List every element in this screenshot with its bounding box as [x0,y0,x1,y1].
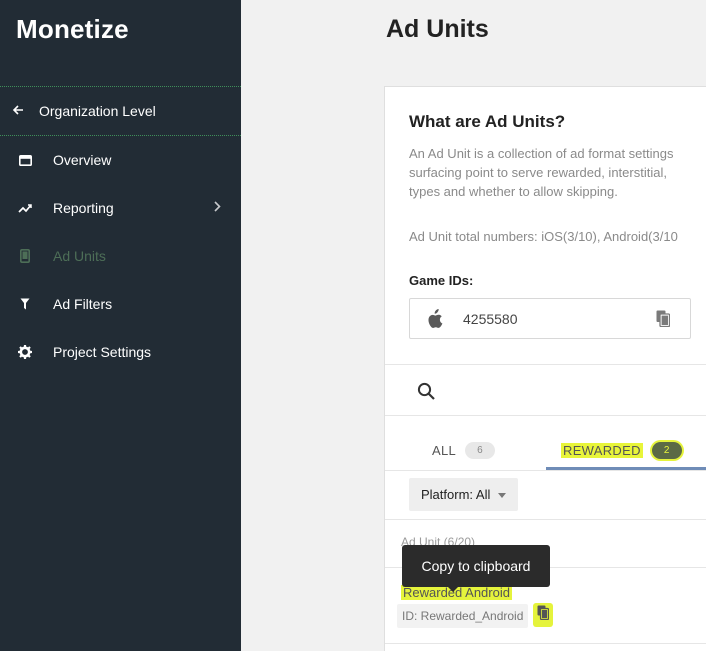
tab-count-badge: 6 [465,441,496,459]
card-heading: What are Ad Units? [409,112,566,131]
phone-icon [18,249,32,263]
sidebar-item-label: Ad Units [53,248,106,264]
ad-unit-totals: Ad Unit total numbers: iOS(3/10), Androi… [409,229,678,244]
game-id-field: 4255580 [409,298,691,339]
copy-id-button[interactable] [533,603,553,627]
sidebar-item-overview[interactable]: Overview [0,136,241,184]
tab-count-badge: 2 [651,441,682,459]
arrow-left-icon [12,103,28,120]
sidebar-item-label: Overview [53,152,112,168]
divider [385,364,706,365]
description-line: types and whether to allow skipping. [409,184,618,199]
tab-rewarded[interactable]: REWARDED 2 [561,432,682,468]
sidebar-item-label: Ad Filters [53,296,113,312]
description-line: An Ad Unit is a collection of ad format … [409,146,674,161]
description-line: surfacing point to serve rewarded, inter… [409,165,667,180]
apple-icon [425,309,443,334]
page-title: Ad Units [386,15,489,43]
tab-all[interactable]: ALL 6 [432,432,496,468]
chevron-right-icon [214,199,221,215]
divider [385,415,706,416]
platform-filter-label: Platform: All [421,487,491,502]
window-icon [18,153,32,167]
copy-icon[interactable] [656,310,671,332]
caret-down-icon [498,490,507,500]
platform-filter-dropdown[interactable]: Platform: All [409,478,519,511]
game-id-value: 4255580 [463,311,518,327]
card-description: An Ad Unit is a collection of ad format … [409,144,706,201]
sidebar-item-label: Reporting [53,200,114,216]
ad-unit-id: ID: Rewarded_Android [397,604,529,628]
brand-title: Monetize [16,14,129,44]
sidebar-item-label: Project Settings [53,344,152,360]
sidebar: Monetize Organization Level Overview Rep… [0,0,241,651]
gear-icon [18,345,32,359]
sidebar-item-reporting[interactable]: Reporting [0,184,241,232]
divider [385,519,706,520]
organization-level-label: Organization Level [39,103,156,119]
filter-icon [18,297,32,311]
tab-label: ALL [432,442,457,458]
tab-label: REWARDED [561,442,643,458]
sidebar-item-ad-units[interactable]: Ad Units [0,232,241,280]
game-ids-label: Game IDs: [409,273,474,288]
sidebar-item-project-settings[interactable]: Project Settings [0,328,241,376]
divider [385,643,706,644]
copy-icon [537,605,550,625]
organization-level-link[interactable]: Organization Level [0,86,241,136]
copy-tooltip: Copy to clipboard [402,545,550,592]
sidebar-item-ad-filters[interactable]: Ad Filters [0,280,241,328]
search-icon[interactable] [417,382,436,406]
trend-icon [18,201,32,215]
divider [385,470,706,471]
